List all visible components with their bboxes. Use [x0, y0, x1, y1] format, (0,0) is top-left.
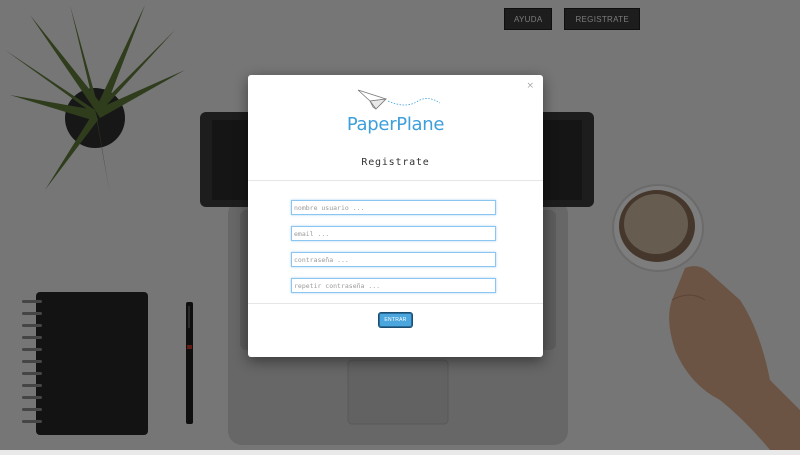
footer-divider	[248, 303, 543, 304]
logo-text: PaperPlane	[346, 114, 445, 135]
email-input[interactable]	[291, 226, 496, 241]
header-divider	[248, 180, 543, 181]
modal-title: Registrate	[361, 157, 430, 168]
repeat-password-input[interactable]	[291, 278, 496, 293]
paperplane-logo: PaperPlane	[248, 87, 543, 135]
username-input[interactable]	[291, 200, 496, 215]
password-input[interactable]	[291, 252, 496, 267]
submit-button[interactable]: ENTRAR	[379, 313, 412, 327]
paper-plane-icon	[357, 89, 441, 110]
register-modal: × PaperPlane Registrate ENTRAR	[248, 75, 543, 357]
